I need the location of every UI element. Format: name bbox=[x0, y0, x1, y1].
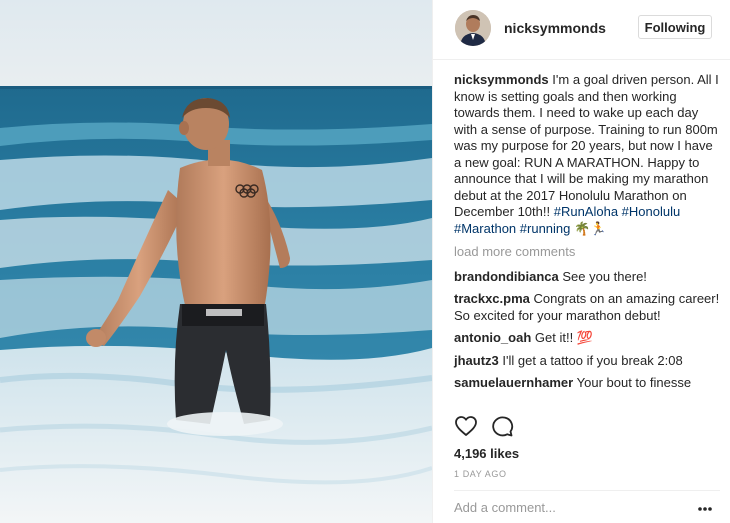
comment-username[interactable]: brandondibianca bbox=[454, 269, 559, 284]
post-sidebar: nicksymmonds Following nicksymmonds I'm … bbox=[432, 0, 730, 523]
comment-text: I'll get a tattoo if you break 2:08 bbox=[502, 352, 683, 368]
post-timestamp: 1 DAY AGO bbox=[454, 469, 507, 479]
list-item: brandondibianca See you there! bbox=[454, 269, 720, 286]
comment-icon[interactable] bbox=[490, 414, 514, 438]
comments-list: nicksymmonds I'm a goal driven person. A… bbox=[454, 72, 720, 398]
comment-username[interactable]: samuelauernhamer bbox=[454, 375, 573, 390]
author-avatar[interactable] bbox=[455, 10, 491, 46]
comment-username[interactable]: jhautz3 bbox=[454, 353, 499, 368]
list-item: jhautz3 I'll get a tattoo if you break 2… bbox=[454, 353, 720, 370]
comment-text: Your bout to finesse bbox=[576, 375, 692, 390]
caption-username[interactable]: nicksymmonds bbox=[454, 72, 549, 87]
following-button[interactable]: Following bbox=[638, 15, 712, 39]
comment-text: Get it!! 💯 bbox=[534, 330, 593, 345]
add-comment-input[interactable] bbox=[454, 500, 684, 515]
comment-username[interactable]: antonio_oah bbox=[454, 330, 531, 345]
beach-runner-photo bbox=[0, 0, 432, 523]
list-item: samuelauernhamer Your bout to finesse bbox=[454, 375, 720, 392]
load-more-comments-link[interactable]: load more comments bbox=[454, 244, 720, 261]
heart-icon[interactable] bbox=[454, 414, 478, 438]
author-username[interactable]: nicksymmonds bbox=[504, 20, 606, 36]
hashtag-marathon[interactable]: #Marathon bbox=[454, 221, 516, 236]
hashtag-honolulu[interactable]: #Honolulu bbox=[622, 204, 681, 219]
post-header: nicksymmonds Following bbox=[433, 0, 730, 60]
likes-count[interactable]: 4,196 likes bbox=[454, 446, 519, 461]
post-actions bbox=[454, 414, 720, 440]
caption-text: I'm a goal driven person. All I know is … bbox=[454, 72, 719, 219]
caption-emoji: 🌴🏃 bbox=[574, 220, 607, 236]
comment-text: See you there! bbox=[562, 268, 647, 284]
divider bbox=[454, 490, 720, 491]
post-photo[interactable] bbox=[0, 0, 432, 523]
list-item: antonio_oah Get it!! 💯 bbox=[454, 330, 720, 347]
avatar-icon bbox=[455, 10, 491, 46]
list-item: trackxc.pma Congrats on an amazing caree… bbox=[454, 291, 720, 324]
post-caption: nicksymmonds I'm a goal driven person. A… bbox=[454, 72, 720, 237]
comment-username[interactable]: trackxc.pma bbox=[454, 291, 530, 306]
hashtag-runaloha[interactable]: #RunAloha bbox=[554, 204, 618, 219]
hashtag-running[interactable]: #running bbox=[520, 221, 571, 236]
more-options-icon[interactable] bbox=[697, 506, 713, 512]
